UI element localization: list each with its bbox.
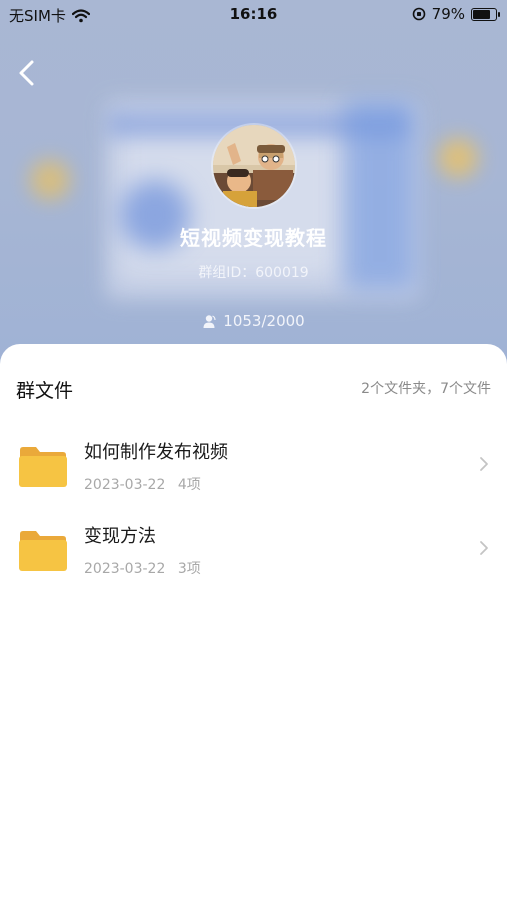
folder-row[interactable]: 变现方法 2023-03-22 3项 [0,508,507,586]
battery-icon [471,7,500,21]
group-id: 群组ID：600019 [198,265,309,281]
members-icon [203,314,216,328]
folder-icon [19,531,67,571]
battery-percent: 79% [431,5,465,23]
folder-row[interactable]: 如何制作发布视频 2023-03-22 4项 [0,424,507,502]
folder-name: 变现方法 [84,526,156,547]
folder-item-count: 4项 [177,477,201,493]
group-name: 短视频变现教程 [180,226,327,250]
orientation-lock-icon [412,7,425,21]
back-chevron-icon[interactable] [12,58,42,88]
avatar-image [213,125,295,207]
group-files-panel: 群文件 2个文件夹，7个文件 如何制作发布视频 2023-03-22 4项 变现… [0,344,507,900]
background-blur-shape [438,138,478,178]
chevron-right-icon [480,457,488,471]
folder-meta: 2023-03-22 3项 [84,558,201,578]
folder-date: 2023-03-22 [84,477,166,493]
chevron-right-icon [480,541,488,555]
folder-icon [19,447,67,487]
group-avatar [213,125,295,207]
folder-name: 如何制作发布视频 [84,442,228,463]
member-count: 1053/2000 [0,312,507,330]
status-bar: 无SIM卡 16:16 79% [0,0,507,28]
member-count-text: 1053/2000 [223,312,305,330]
folder-item-count: 3项 [177,561,201,577]
panel-title: 群文件 [16,380,74,402]
battery-level [473,9,490,19]
folder-meta: 2023-03-22 4项 [84,474,201,494]
background-blur-shape [30,160,70,200]
files-summary: 2个文件夹，7个文件 [361,381,491,397]
folder-date: 2023-03-22 [84,561,166,577]
